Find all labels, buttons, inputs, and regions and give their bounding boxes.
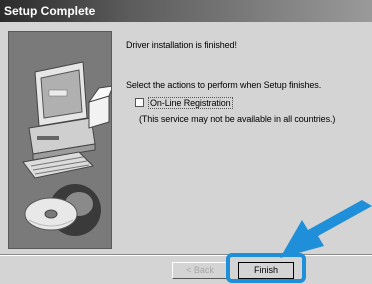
cd-disc-icon: [24, 184, 101, 236]
back-button[interactable]: < Back: [172, 262, 228, 279]
title-bar: Setup Complete: [0, 0, 372, 22]
status-text: Driver installation is finished!: [126, 40, 237, 50]
registration-label[interactable]: On-Line Registration: [148, 97, 233, 109]
setup-illustration-panel: [8, 31, 112, 249]
window-title: Setup Complete: [4, 4, 96, 18]
setup-dialog: Setup Complete Driver installation is fi…: [0, 0, 372, 284]
availability-note: (This service may not be available in al…: [139, 114, 336, 124]
instruction-text: Select the actions to perform when Setup…: [126, 80, 322, 90]
registration-checkbox[interactable]: [135, 98, 144, 107]
pointer-arrow-icon: [280, 200, 372, 258]
